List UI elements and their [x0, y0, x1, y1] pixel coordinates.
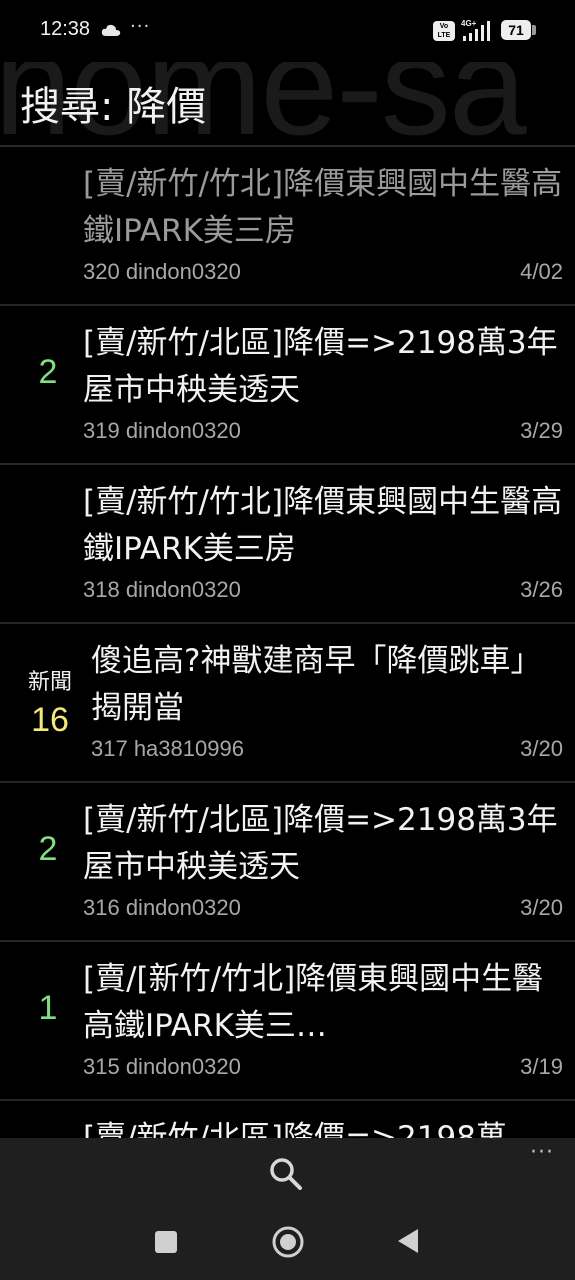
news-tag: 新聞	[27, 670, 72, 695]
status-time: 12:38	[40, 18, 91, 40]
push-count-number: 2	[38, 353, 58, 391]
network-type: 4G+	[461, 19, 477, 28]
push-count	[0, 507, 96, 511]
page-title: 搜尋: 降價	[20, 84, 207, 130]
article-date: 4/02	[520, 259, 563, 284]
bottom-toolbar: ···	[0, 1138, 575, 1206]
article-meta: 316 dindon0320	[83, 895, 241, 920]
push-count: 2	[0, 348, 96, 392]
article-title: [賣/[新竹/竹北]降價東興國中生醫高鐵IPARK美三…	[83, 961, 544, 1044]
article-date: 3/19	[520, 1054, 563, 1079]
article-row[interactable]: 2 [賣/新竹/北區]降價=>2198萬3年屋市中秧美透天 316 dindon…	[0, 783, 575, 942]
article-meta: 318 dindon0320	[83, 577, 241, 602]
article-date: 3/26	[520, 577, 563, 602]
system-nav-bar	[0, 1206, 575, 1280]
push-count: 1	[0, 984, 96, 1028]
push-count-number: 2	[38, 830, 58, 868]
article-meta: 315 dindon0320	[83, 1054, 241, 1079]
signal-icon: 4G+	[461, 19, 490, 41]
push-count: 2	[0, 825, 96, 869]
push-count: 新聞 16	[0, 664, 100, 740]
circle-icon[interactable]	[271, 1225, 305, 1259]
article-title: [賣/新竹/竹北]降價東興國中生醫高鐵IPARK美三房	[83, 484, 563, 567]
search-icon[interactable]	[266, 1154, 306, 1194]
status-bar: 12:38 ··· Vo LTE 4G+ 71	[0, 0, 575, 62]
article-list[interactable]: [賣/新竹/竹北]降價東興國中生醫高鐵IPARK美三房 320 dindon03…	[0, 147, 575, 1138]
triangle-back-icon[interactable]	[396, 1226, 420, 1256]
article-row[interactable]: [賣/新竹/竹北]降價東興國中生醫高鐵IPARK美三房 318 dindon03…	[0, 465, 575, 624]
article-row[interactable]: 1 [賣/[新竹/竹北]降價東興國中生醫高鐵IPARK美三… 315 dindo…	[0, 942, 575, 1101]
app-screen: 12:38 ··· Vo LTE 4G+ 71 home-sa 搜尋: 降價 [	[0, 0, 575, 1280]
app-header: home-sa 搜尋: 降價	[0, 62, 575, 146]
push-count-number: 1	[38, 989, 58, 1027]
article-date: 3/20	[520, 895, 563, 920]
article-title: [賣/新竹/北區]降價=>2198萬3年屋市中秧美透天	[83, 325, 558, 408]
article-date: 3/20	[520, 736, 563, 761]
article-row[interactable]: [賣/新竹/北區]降價=>2198萬	[0, 1101, 575, 1138]
volte-icon: Vo LTE	[433, 21, 455, 41]
more-options-button[interactable]: ···	[524, 1140, 560, 1170]
article-row[interactable]: 新聞 16 傻追高?神獸建商早「降價跳車」揭開當 317 ha3810996 3…	[0, 624, 575, 783]
article-meta: 320 dindon0320	[83, 259, 241, 284]
article-title: 傻追高?神獸建商早「降價跳車」揭開當	[91, 643, 542, 726]
article-title: [賣/新竹/竹北]降價東興國中生醫高鐵IPARK美三房	[83, 166, 563, 249]
article-date: 3/29	[520, 418, 563, 443]
cloud-icon	[101, 24, 121, 36]
article-meta: 317 ha3810996	[91, 736, 244, 761]
article-title: [賣/新竹/北區]降價=>2198萬	[83, 1120, 507, 1138]
article-row[interactable]: [賣/新竹/竹北]降價東興國中生醫高鐵IPARK美三房 320 dindon03…	[0, 147, 575, 306]
status-more-icon: ···	[130, 16, 151, 37]
battery-tip	[532, 25, 536, 35]
article-meta: 319 dindon0320	[83, 418, 241, 443]
article-title: [賣/新竹/北區]降價=>2198萬3年屋市中秧美透天	[83, 802, 558, 885]
push-count	[0, 189, 96, 193]
square-icon[interactable]	[155, 1231, 177, 1253]
battery-icon: 71	[501, 20, 531, 40]
article-row[interactable]: 2 [賣/新竹/北區]降價=>2198萬3年屋市中秧美透天 319 dindon…	[0, 306, 575, 465]
push-count-number: 16	[31, 701, 69, 739]
